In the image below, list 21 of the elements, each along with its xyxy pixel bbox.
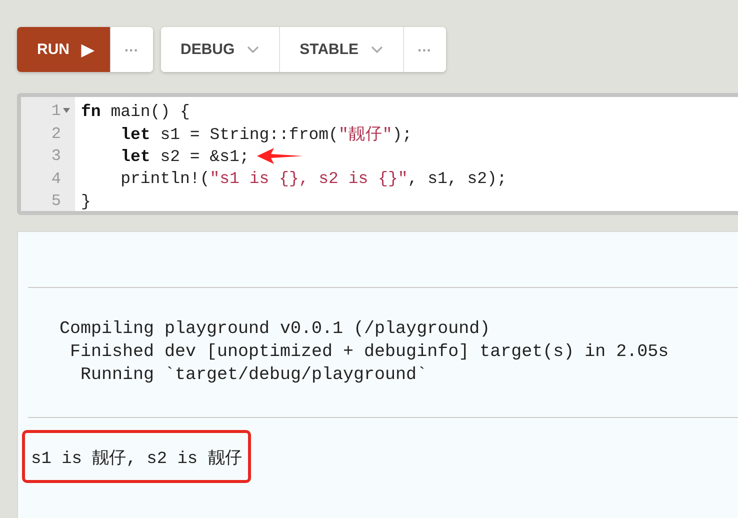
dropdown-button[interactable]: DEBUG: [160, 27, 280, 72]
program-output: s1 is 靓仔, s2 is 靓仔: [22, 430, 251, 483]
code-line: println!("s1 is {}, s2 is {}", s1, s2);: [120, 169, 507, 188]
play-icon: ▶: [82, 40, 94, 60]
chevron-down-icon: [370, 46, 383, 54]
code-line: let s1 = String::from("靓仔");: [120, 124, 412, 145]
line-number: 3: [51, 147, 61, 166]
chevron-down-icon: [246, 46, 259, 54]
dropdown-button[interactable]: STABLE: [280, 27, 404, 72]
log-line: Finished dev [unoptimized + debuginfo] target(s) in 2.05s: [69, 341, 670, 364]
run-button[interactable]: RUN ▶: [17, 27, 110, 72]
code-line: fn main() {: [81, 102, 190, 121]
line-number: 1: [51, 102, 61, 120]
line-number: 2: [51, 124, 61, 143]
fold-caret-icon[interactable]: [63, 108, 70, 113]
log-line: Compiling playground v0.0.1 (/playground): [58, 318, 492, 341]
code-line: }: [81, 192, 91, 211]
code-line: let s2 = &s1;: [120, 146, 250, 166]
log-line: Running `target/debug/playground`: [80, 364, 428, 387]
line-number: 4: [51, 170, 61, 188]
line-number: 5: [51, 192, 61, 210]
